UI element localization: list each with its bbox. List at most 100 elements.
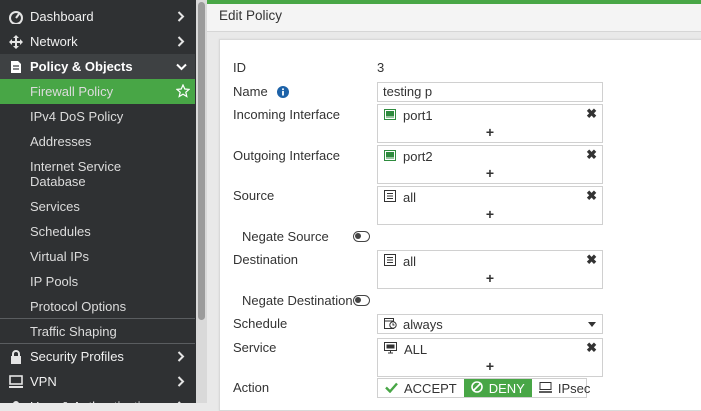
outgoing-interface-field[interactable]: port2 ✖ +: [377, 145, 603, 184]
dropdown-caret-icon: [588, 322, 596, 327]
service-icon: [384, 341, 397, 357]
schedule-icon: [384, 317, 397, 332]
add-icon[interactable]: +: [378, 270, 602, 286]
negate-source-toggle[interactable]: [353, 231, 370, 242]
add-icon[interactable]: +: [378, 165, 602, 181]
remove-icon[interactable]: ✖: [586, 106, 597, 122]
chevron-right-icon: [175, 369, 187, 394]
incoming-interface-field[interactable]: port1 ✖ +: [377, 104, 603, 143]
negate-source-label: Negate Source: [242, 229, 329, 244]
schedule-select[interactable]: always: [377, 314, 603, 334]
deny-icon: [470, 380, 483, 396]
action-deny-label: DENY: [488, 380, 525, 396]
monitor-icon: [8, 369, 24, 394]
sidebar-item-protocol-options[interactable]: Protocol Options: [0, 299, 195, 314]
sidebar-item-label: Services: [30, 199, 80, 214]
service-label: Service: [233, 340, 277, 355]
port-icon: [384, 108, 396, 123]
info-icon[interactable]: [277, 86, 290, 101]
chevron-right-icon: [175, 344, 187, 369]
sidebar-item-traffic-shaping[interactable]: Traffic Shaping: [0, 324, 195, 339]
address-icon: [384, 189, 396, 205]
sidebar-item-label: IP Pools: [30, 274, 79, 289]
checkmark-icon: [385, 381, 398, 396]
sidebar-item-schedules[interactable]: Schedules: [0, 224, 195, 239]
destination-label: Destination: [233, 252, 299, 267]
action-ipsec-button[interactable]: IPsec: [532, 379, 598, 397]
schedule-label: Schedule: [233, 316, 288, 331]
add-icon[interactable]: +: [378, 206, 602, 222]
network-icon: [8, 29, 24, 54]
sidebar-item-label: Traffic Shaping: [30, 324, 117, 339]
sidebar-item-label-line2: Database: [30, 174, 86, 189]
sidebar-item-label: Protocol Options: [30, 299, 127, 314]
incoming-interface-value: port1: [403, 107, 433, 123]
outgoing-interface-entry: port2: [384, 149, 433, 164]
sidebar-item-ipv4-dos-policy[interactable]: IPv4 DoS Policy: [0, 109, 195, 124]
sidebar-item-services[interactable]: Services: [0, 199, 195, 214]
nav-user-authentication[interactable]: User & Authentication: [0, 394, 195, 403]
destination-field[interactable]: all ✖ +: [377, 250, 603, 289]
service-entry: ALL: [384, 341, 428, 357]
action-accept-button[interactable]: ACCEPT: [378, 379, 464, 397]
remove-icon[interactable]: ✖: [586, 252, 597, 268]
nav-policy-objects[interactable]: Policy & Objects: [0, 54, 195, 79]
action-deny-button[interactable]: DENY: [463, 379, 532, 397]
source-value: all: [403, 189, 417, 205]
nav-vpn-label: VPN: [30, 374, 57, 389]
nav-network-label: Network: [30, 34, 78, 49]
monitor-icon: [538, 381, 552, 396]
sidebar-divider: [0, 318, 195, 319]
policy-icon: [8, 54, 24, 79]
address-icon: [384, 253, 396, 269]
page-title: Edit Policy: [219, 8, 283, 23]
source-label: Source: [233, 188, 275, 203]
main-content: Edit Policy ID 3 Name testing p Incoming…: [207, 0, 701, 411]
sidebar-item-addresses[interactable]: Addresses: [0, 134, 195, 149]
schedule-value: always: [403, 317, 443, 332]
nav-security-profiles-label: Security Profiles: [30, 349, 124, 364]
sidebar-item-virtual-ips[interactable]: Virtual IPs: [0, 249, 195, 264]
sidebar-scrollbar-thumb[interactable]: [198, 2, 205, 320]
destination-value: all: [403, 253, 417, 269]
name-label: Name: [233, 84, 290, 101]
nav-dashboard-label: Dashboard: [30, 9, 94, 24]
negate-destination-toggle[interactable]: [353, 295, 370, 306]
nav-network[interactable]: Network: [0, 29, 195, 54]
action-label: Action: [233, 380, 270, 395]
source-entry: all: [384, 189, 417, 205]
star-icon[interactable]: [175, 83, 191, 101]
add-icon[interactable]: +: [378, 358, 602, 374]
user-icon: [8, 394, 24, 403]
sidebar-item-label: Firewall Policy: [30, 84, 114, 99]
incoming-interface-entry: port1: [384, 107, 433, 123]
sidebar-item-label: IPv4 DoS Policy: [30, 109, 124, 124]
remove-icon[interactable]: ✖: [586, 147, 597, 163]
sidebar-item-label: Schedules: [30, 224, 91, 239]
remove-icon[interactable]: ✖: [586, 188, 597, 204]
remove-icon[interactable]: ✖: [586, 340, 597, 356]
sidebar-item-internet-service-database[interactable]: Internet Service Database: [0, 159, 195, 189]
name-input-value: testing p: [383, 84, 433, 99]
service-field[interactable]: ALL ✖ +: [377, 338, 603, 377]
chevron-right-icon: [175, 394, 187, 403]
incoming-interface-label: Incoming Interface: [233, 107, 340, 122]
nav-policy-objects-label: Policy & Objects: [30, 59, 133, 74]
nav-dashboard[interactable]: Dashboard: [0, 4, 195, 29]
sidebar-item-firewall-policy[interactable]: Firewall Policy: [0, 79, 195, 104]
sidebar: Dashboard Network Policy & Objects Firew…: [0, 0, 207, 403]
port-icon: [384, 149, 396, 164]
add-icon[interactable]: +: [378, 124, 602, 140]
id-label: ID: [233, 60, 246, 75]
action-ipsec-label: IPsec: [557, 380, 591, 396]
service-value: ALL: [404, 341, 428, 357]
outgoing-interface-label: Outgoing Interface: [233, 148, 340, 163]
sidebar-item-ip-pools[interactable]: IP Pools: [0, 274, 195, 289]
name-input[interactable]: testing p: [377, 82, 603, 102]
source-field[interactable]: all ✖ +: [377, 186, 603, 225]
nav-vpn[interactable]: VPN: [0, 369, 195, 394]
nav-security-profiles[interactable]: Security Profiles: [0, 344, 195, 369]
nav-user-authentication-label: User & Authentication: [30, 394, 155, 403]
chevron-down-icon: [175, 54, 187, 79]
page-header: Edit Policy: [207, 4, 701, 32]
